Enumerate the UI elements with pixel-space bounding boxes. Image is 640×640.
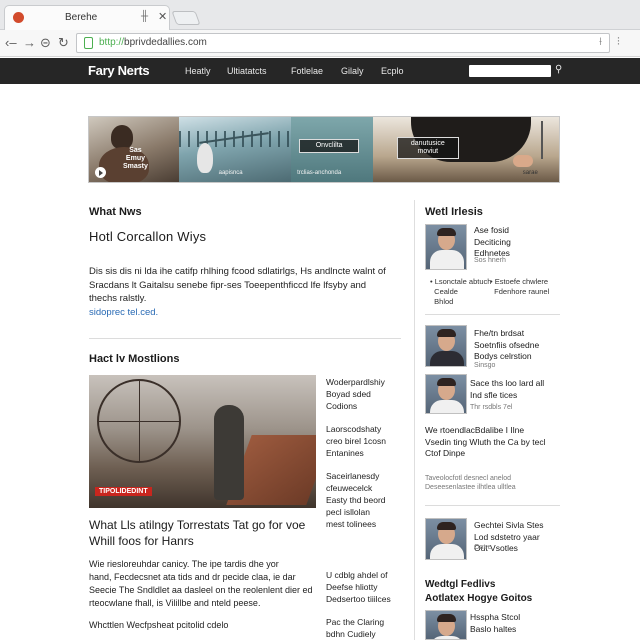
- browser-tab[interactable]: Berehe ╫ ✕: [4, 5, 170, 30]
- nav-link-2[interactable]: Ultiatatcts: [227, 66, 267, 76]
- related-list-2[interactable]: U cdblg ahdel of Deefse hliotty Dedserto…: [326, 570, 406, 640]
- browser-tab-bar: Berehe ╫ ✕: [0, 0, 640, 30]
- sidebar-thumb-3[interactable]: [425, 374, 467, 414]
- sidebar-heading-2: Wedtgl Fedlivs Aotlatex Hogye Goitos: [425, 579, 533, 604]
- site-search-input[interactable]: [469, 65, 551, 77]
- close-tab-icon[interactable]: ✕: [158, 10, 167, 23]
- shirt-shape: [430, 400, 464, 413]
- home-icon[interactable]: ⊝: [40, 34, 51, 52]
- feature-tag: TIPOLIDEDINT: [95, 487, 152, 496]
- sidebar-text-item-meta: Taveolocfotl desnecl anelod Deseesenlast…: [425, 475, 516, 491]
- site-logo[interactable]: Fary Nerts: [88, 63, 150, 78]
- worker-figure: [196, 143, 213, 173]
- hero-subcaption-3: trclias-anchonda: [297, 170, 342, 176]
- hero-caption-1: Sas Emuy Smasty: [123, 147, 148, 170]
- section-label-most: Hact lv Mostlions: [89, 353, 180, 365]
- play-icon[interactable]: [95, 167, 106, 178]
- shirt-shape: [430, 544, 464, 559]
- site-header: Fary Nerts Heatly Ultiatatcts Fotlelae G…: [0, 58, 640, 84]
- read-more-link[interactable]: sidoprec tel.ced.: [89, 306, 409, 320]
- address-url: bttp://bprivdedallies.com: [99, 37, 207, 48]
- turbine-icon: [540, 121, 543, 159]
- page-icon: [84, 37, 93, 49]
- divider: [425, 505, 560, 506]
- tab-title: Berehe: [65, 12, 98, 23]
- nav-link-4[interactable]: Gilaly: [341, 66, 364, 76]
- hero-panel-2[interactable]: aapisnca: [178, 117, 292, 182]
- address-bar[interactable]: bttp://bprivdedallies.com ⟊: [76, 33, 610, 53]
- hand-shape: [512, 155, 533, 167]
- section-label-whats-new: What Nws: [89, 206, 142, 218]
- divider: [425, 314, 560, 315]
- hero-caption-2: aapisnca: [218, 170, 243, 176]
- sidebar-item-2-title[interactable]: Fhe/tn brdsat Soetnfiis ofsedne Bodys ce…: [474, 328, 539, 363]
- hair-shape: [437, 228, 456, 236]
- sidebar-item-2-meta: Sinsgo: [474, 362, 496, 369]
- headline-1[interactable]: Hotl Corcallon Wiys: [89, 229, 206, 244]
- nav-link-3[interactable]: Fotlelae: [291, 66, 323, 76]
- sidebar-thumb-1[interactable]: [425, 224, 467, 270]
- sidebar-item-3-title[interactable]: Sace ths loo lard all Ind sfle tices: [470, 378, 544, 401]
- hero-caption-3: Onvclilta: [299, 139, 360, 153]
- new-tab-button[interactable]: [171, 11, 201, 25]
- hair-shape: [437, 378, 456, 386]
- nav-link-1[interactable]: Heatly: [185, 66, 211, 76]
- hero-panel-3[interactable]: Onvclilta trclias-anchonda: [291, 117, 373, 182]
- menu-icon[interactable]: ⫶: [617, 36, 620, 49]
- sidebar-bullets-1: • Lsonctale abtuch Cealde Bhlod: [430, 277, 492, 306]
- sidebar-heading: Wetl Irlesis: [425, 206, 483, 218]
- browser-toolbar: ‹– → ⊝ ↻ bttp://bprivdedallies.com ⟊ ⫶: [0, 30, 640, 57]
- shirt-shape: [430, 351, 464, 366]
- forward-icon[interactable]: →: [23, 34, 36, 52]
- pin-icon[interactable]: ╫: [141, 11, 148, 22]
- sidebar-item-1-meta: Sos hnerh: [474, 257, 506, 264]
- person-head: [111, 125, 133, 149]
- sidebar-item-5-title[interactable]: Hsspha Stcol Baslo haltes: [470, 612, 520, 635]
- headline-2[interactable]: What Lls atilngy Torrestats Tat go for v…: [89, 517, 319, 549]
- sidebar-thumb-4[interactable]: [425, 518, 467, 560]
- article-paragraph-2: Wie riesloreuhdar canicy. The ipe tardis…: [89, 559, 313, 630]
- sidebar-item-4-meta: Oatre: [474, 544, 492, 551]
- hero-subcaption-4: sarae: [522, 170, 538, 176]
- shirt-shape: [430, 636, 464, 639]
- sidebar-thumb-2[interactable]: [425, 325, 467, 367]
- feature-image[interactable]: TIPOLIDEDINT: [89, 375, 316, 508]
- divider: [89, 338, 401, 339]
- sidebar-thumb-5[interactable]: [425, 610, 467, 640]
- hero-panel-4[interactable]: danutusice moviut sarae: [372, 117, 559, 182]
- hero-caption-4: danutusice moviut: [396, 137, 459, 159]
- man-figure: [214, 405, 244, 500]
- bookmark-icon[interactable]: ⟊: [599, 36, 602, 49]
- hair-shape: [437, 614, 456, 622]
- hair-shape: [437, 522, 456, 530]
- nav-link-5[interactable]: Ecplo: [381, 66, 404, 76]
- sidebar-item-3-meta: Thr rsdbls 7el: [470, 404, 513, 411]
- shirt-shape: [430, 250, 464, 269]
- search-icon[interactable]: ⚲: [555, 64, 562, 75]
- sidebar-bullets-2: • Estoefe chwlere Fdenhore raunel: [490, 277, 550, 296]
- sidebar-item-1-title[interactable]: Ase fosid Deciticing Edhnetes: [474, 225, 511, 260]
- sidebar-text-item-title[interactable]: We rtoendlacBdalibe I Ilne Vsedin ting W…: [425, 425, 545, 460]
- bridge-structure: [178, 131, 292, 147]
- reload-icon[interactable]: ↻: [58, 34, 69, 52]
- hair-shape: [437, 329, 456, 337]
- related-list-1[interactable]: Woderpardlshiy Boyad sded Codions Laorsc…: [326, 377, 406, 530]
- favicon-icon: [13, 12, 24, 23]
- article-paragraph-1: Dis sis dis ni lda ihe catifp rhlhing fc…: [89, 265, 409, 319]
- sidebar-divider: [414, 200, 415, 640]
- hero-carousel[interactable]: Sas Emuy Smasty aapisnca Onvclilta trcli…: [88, 116, 560, 183]
- wheel-shape: [97, 379, 181, 463]
- hero-panel-1[interactable]: Sas Emuy Smasty: [89, 117, 179, 182]
- back-icon[interactable]: ‹–: [5, 34, 17, 52]
